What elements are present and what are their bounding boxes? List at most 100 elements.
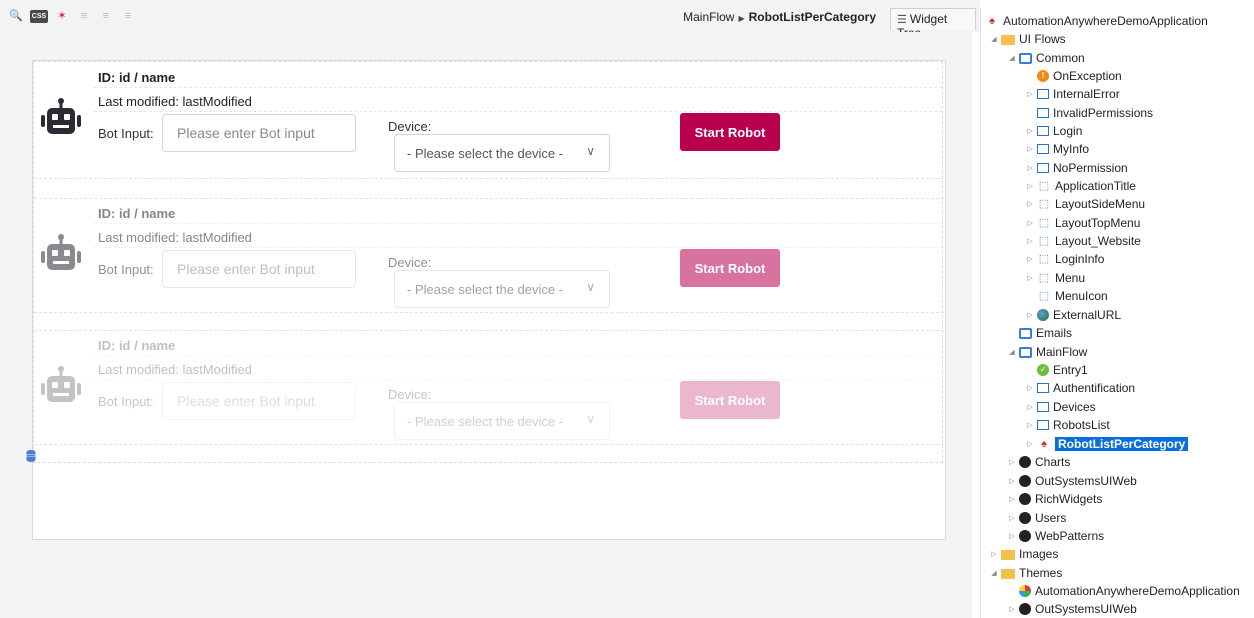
robot-list-item[interactable]: ID: id / name Last modified: lastModifie… (34, 62, 944, 190)
tree-node-images[interactable]: ▷ Images (989, 545, 1058, 563)
align-center-icon[interactable]: ≡ (98, 10, 114, 23)
block-icon: ⬚ (1038, 252, 1050, 265)
expand-arrow-icon[interactable]: ▷ (1025, 440, 1035, 448)
tree-node-menu[interactable]: ▷ ⬚ Menu (1025, 269, 1085, 287)
expand-arrow-icon[interactable]: ▷ (1025, 384, 1035, 392)
expand-arrow-icon[interactable]: ▷ (1025, 127, 1035, 135)
align-left-icon[interactable]: ≡ (76, 10, 92, 23)
tree-node-external-url[interactable]: ▷ ExternalURL (1025, 306, 1121, 324)
design-canvas: ID: id / name Last modified: lastModifie… (0, 32, 972, 618)
tree-node-invalid-permissions[interactable]: InvalidPermissions (1037, 104, 1153, 122)
expand-arrow-icon[interactable]: ▷ (1025, 237, 1035, 245)
tree-node-outsystems-ui-web[interactable]: ▷ OutSystemsUIWeb (1007, 472, 1137, 490)
tree-node-login[interactable]: ▷ Login (1025, 122, 1082, 140)
screen-icon (1037, 144, 1049, 154)
tree-node-rich-widgets[interactable]: ▷ RichWidgets (1007, 490, 1102, 508)
theme-icon (1019, 585, 1031, 597)
robot-list[interactable]: ID: id / name Last modified: lastModifie… (33, 61, 944, 463)
tree-node-application-title[interactable]: ▷ ⬚ ApplicationTitle (1025, 177, 1136, 195)
tree-node-devices[interactable]: ▷ Devices (1025, 398, 1095, 416)
expand-arrow-icon[interactable]: ▷ (1025, 164, 1035, 172)
entry-icon: ✓ (1037, 364, 1049, 376)
bot-input-field[interactable] (162, 250, 356, 288)
database-icon[interactable] (26, 450, 36, 462)
tree-node-layout-side-menu[interactable]: ▷ ⬚ LayoutSideMenu (1025, 195, 1145, 213)
tree-node-theme-app[interactable]: AutomationAnywhereDemoApplication (1019, 582, 1240, 600)
tree-node-layout-website[interactable]: ▷ ⬚ Layout_Website (1025, 232, 1141, 250)
device-select[interactable]: - Please select the device - ∨ (394, 270, 610, 308)
tree-node-charts[interactable]: ▷ Charts (1007, 453, 1070, 471)
robot-list-item[interactable]: ID: id / name Last modified: lastModifie… (34, 198, 944, 326)
bot-input-field[interactable] (162, 114, 356, 152)
screen-icon (1037, 420, 1049, 430)
start-robot-button[interactable]: Start Robot (680, 381, 780, 419)
widget-tree-tab[interactable]: ☰Widget Tree (890, 8, 976, 40)
expand-arrow-icon[interactable]: ▷ (1007, 458, 1017, 466)
tree-root[interactable]: ♠ AutomationAnywhereDemoApplication (985, 12, 1208, 30)
expand-arrow-icon[interactable]: ▷ (1007, 605, 1017, 613)
expand-arrow-icon[interactable]: ▷ (1025, 274, 1035, 282)
device-select[interactable]: - Please select the device - ∨ (394, 402, 610, 440)
breadcrumb-parent[interactable]: MainFlow (683, 10, 734, 24)
expand-arrow-icon[interactable]: ▷ (1025, 421, 1035, 429)
chevron-down-icon: ∨ (586, 144, 595, 158)
expand-arrow-icon[interactable]: ▷ (1025, 90, 1035, 98)
screen-icon (1037, 108, 1049, 118)
screen-icon: ♠ (1041, 437, 1047, 450)
expand-arrow-icon[interactable]: ▷ (1025, 255, 1035, 263)
module-icon (1019, 475, 1031, 487)
tree-node-internal-error[interactable]: ▷ InternalError (1025, 85, 1119, 103)
device-select[interactable]: - Please select the device - ∨ (394, 134, 610, 172)
expand-arrow-icon[interactable]: ▷ (1025, 182, 1035, 190)
tree-node-layout-top-menu[interactable]: ▷ ⬚ LayoutTopMenu (1025, 214, 1140, 232)
tree-node-emails[interactable]: Emails (1019, 324, 1072, 342)
tree-node-web-patterns[interactable]: ▷ WebPatterns (1007, 527, 1104, 545)
robot-icon (41, 234, 81, 270)
style-paint-icon[interactable]: ✶ (54, 10, 70, 23)
tree-node-users[interactable]: ▷ Users (1007, 509, 1066, 527)
tree-node-on-exception[interactable]: ! OnException (1037, 67, 1122, 85)
tree-node-authentification[interactable]: ▷ Authentification (1025, 379, 1135, 397)
block-icon: ⬚ (1038, 179, 1050, 192)
expand-arrow-icon[interactable]: ▷ (1025, 311, 1035, 319)
tree-node-ui-flows[interactable]: ◢ UI Flows (989, 30, 1065, 48)
tree-node-login-info[interactable]: ▷ ⬚ LoginInfo (1025, 250, 1104, 268)
module-icon (1019, 530, 1031, 542)
robot-last-modified: Last modified: lastModified (98, 94, 252, 109)
expand-arrow-icon[interactable]: ▷ (1025, 219, 1035, 227)
item-divider (34, 178, 944, 179)
start-robot-button[interactable]: Start Robot (680, 113, 780, 151)
css-icon[interactable]: CSS (30, 10, 48, 23)
expand-arrow-icon[interactable]: ▷ (1007, 514, 1017, 522)
tree-node-menu-icon[interactable]: ⬚ MenuIcon (1037, 287, 1108, 305)
tree-node-no-permission[interactable]: ▷ NoPermission (1025, 159, 1127, 177)
collapse-arrow-icon[interactable]: ◢ (989, 569, 999, 577)
widget-tree-icon: ☰ (897, 14, 907, 26)
tree-node-main-flow[interactable]: ◢ MainFlow (1007, 343, 1087, 361)
tree-node-my-info[interactable]: ▷ MyInfo (1025, 140, 1089, 158)
tree-node-common[interactable]: ◢ Common (1007, 49, 1084, 67)
align-right-icon[interactable]: ≡ (120, 10, 136, 23)
collapse-arrow-icon[interactable]: ◢ (1007, 54, 1017, 62)
expand-arrow-icon[interactable]: ▷ (989, 550, 999, 558)
tree-node-entry1[interactable]: ✓ Entry1 (1037, 361, 1088, 379)
collapse-arrow-icon[interactable]: ◢ (1007, 348, 1017, 356)
expand-arrow-icon[interactable]: ▷ (1025, 403, 1035, 411)
expand-arrow-icon[interactable]: ▷ (1007, 477, 1017, 485)
expand-arrow-icon[interactable]: ▷ (1025, 145, 1035, 153)
expand-arrow-icon[interactable]: ▷ (1007, 495, 1017, 503)
tree-node-themes[interactable]: ◢ Themes (989, 564, 1062, 582)
editor-toolbar: 🔍 CSS ✶ ≡ ≡ ≡ MainFlow ▶ RobotListPerCateg… (0, 0, 980, 40)
robot-icon (41, 366, 81, 402)
tree-node-robots-list[interactable]: ▷ RobotsList (1025, 416, 1109, 434)
robot-list-item[interactable]: ID: id / name Last modified: lastModifie… (34, 330, 944, 458)
start-robot-button[interactable]: Start Robot (680, 249, 780, 287)
expand-arrow-icon[interactable]: ▷ (1007, 532, 1017, 540)
preview-icon[interactable]: 🔍 (8, 10, 24, 23)
bot-input-field[interactable] (162, 382, 356, 420)
tree-node-robot-list-per-category[interactable]: ▷ ♠ RobotListPerCategory (1025, 435, 1189, 453)
expand-arrow-icon[interactable]: ▷ (1025, 200, 1035, 208)
screen-icon (1037, 383, 1049, 393)
collapse-arrow-icon[interactable]: ◢ (989, 35, 999, 43)
tree-node-theme-outsystems[interactable]: ▷ OutSystemsUIWeb (1007, 600, 1137, 618)
